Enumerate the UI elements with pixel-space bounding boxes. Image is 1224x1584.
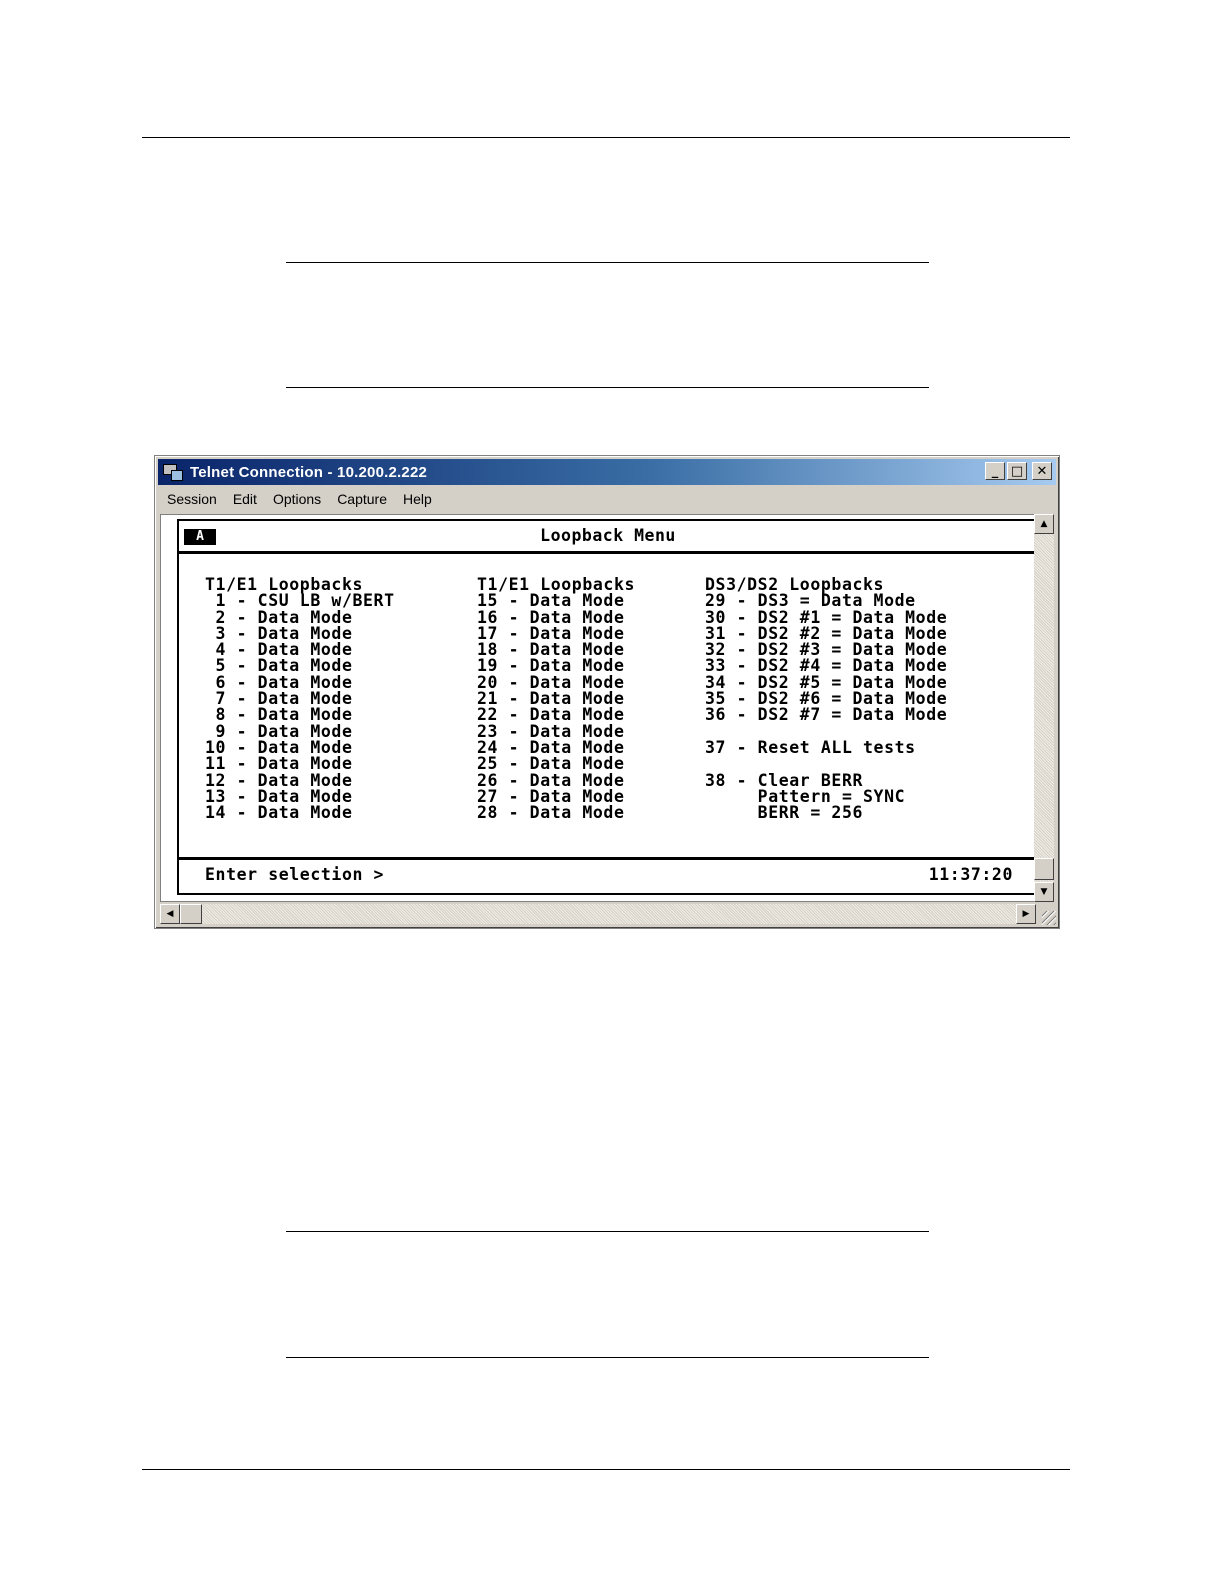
vertical-scrollbar[interactable]: ▲ ▼ [1034, 514, 1054, 902]
vertical-scroll-thumb[interactable] [1034, 858, 1054, 880]
menu-edit[interactable]: Edit [225, 491, 265, 507]
menu-option[interactable]: 36 - DS2 #7 = Data Mode [705, 706, 947, 723]
menu-bar: Session Edit Options Capture Help [159, 488, 440, 510]
menu-option[interactable]: 28 - Data Mode [477, 804, 635, 821]
horizontal-scroll-thumb[interactable] [180, 904, 202, 924]
scroll-down-arrow-icon[interactable]: ▼ [1034, 882, 1054, 902]
telnet-app-icon[interactable] [162, 462, 184, 482]
menu-option[interactable]: 14 - Data Mode [205, 804, 395, 821]
note-rule-top [286, 262, 929, 263]
clock: 11:37:20 [928, 865, 1013, 884]
horizontal-scrollbar[interactable]: ◀ ▶ [160, 904, 1036, 924]
menu-option[interactable]: BERR = 256 [705, 804, 947, 821]
note-rule-bottom-2 [286, 1357, 929, 1358]
title-bar[interactable]: Telnet Connection - 10.200.2.222 _ □ ✕ [158, 459, 1056, 485]
menu-title: Loopback Menu [540, 526, 676, 545]
minimize-button[interactable]: _ [985, 462, 1005, 480]
column-ds3ds2: DS3/DS2 Loopbacks 29 - DS3 = Data Mode 30 … [705, 576, 947, 821]
selection-prompt[interactable]: Enter selection > [205, 865, 384, 884]
scroll-right-arrow-icon[interactable]: ▶ [1016, 904, 1036, 924]
window-title: Telnet Connection - 10.200.2.222 [190, 463, 428, 481]
scroll-up-arrow-icon[interactable]: ▲ [1034, 514, 1054, 534]
column-t1e1-a: T1/E1 Loopbacks 1 - CSU LB w/BERT 2 - Da… [205, 576, 395, 821]
close-button[interactable]: ✕ [1032, 462, 1052, 480]
terminal-header: A Loopback Menu [179, 521, 1037, 554]
menu-option[interactable]: 37 - Reset ALL tests [705, 739, 947, 756]
resize-grip-icon[interactable] [1042, 911, 1056, 925]
menu-help[interactable]: Help [395, 491, 440, 507]
terminal-footer: Enter selection > 11:37:20 [179, 857, 1037, 893]
footer-rule [142, 1469, 1070, 1470]
note-rule-bottom [286, 387, 929, 388]
menu-session[interactable]: Session [159, 491, 225, 507]
note-rule-top-2 [286, 1231, 929, 1232]
terminal-area[interactable]: A Loopback Menu T1/E1 Loopbacks 1 - CSU … [160, 514, 1037, 902]
terminal-screen[interactable]: A Loopback Menu T1/E1 Loopbacks 1 - CSU … [177, 519, 1037, 895]
column-t1e1-b: T1/E1 Loopbacks 15 - Data Mode 16 - Data M… [477, 576, 635, 821]
header-rule [142, 137, 1070, 138]
scroll-left-arrow-icon[interactable]: ◀ [160, 904, 180, 924]
maximize-button[interactable]: □ [1007, 462, 1027, 480]
menu-options[interactable]: Options [265, 491, 329, 507]
menu-capture[interactable]: Capture [329, 491, 395, 507]
telnet-window: Telnet Connection - 10.200.2.222 _ □ ✕ S… [154, 455, 1060, 929]
